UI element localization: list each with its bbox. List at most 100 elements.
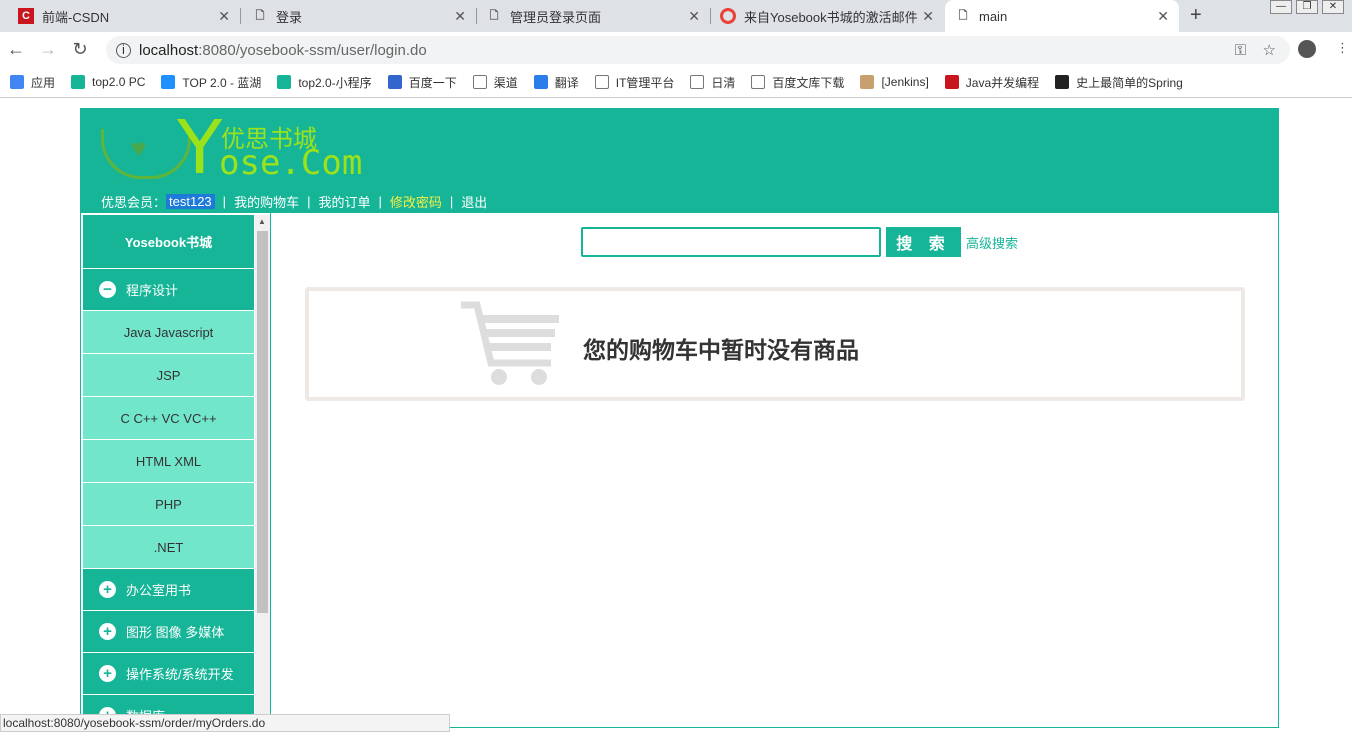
url-input[interactable]: i localhost:8080/yosebook-ssm/user/login… — [106, 36, 1290, 64]
category-os[interactable]: + 操作系统/系统开发 — [83, 653, 254, 695]
bookmark-label: IT管理平台 — [615, 75, 675, 90]
logo-y: Y — [177, 105, 223, 191]
category-office[interactable]: + 办公室用书 — [83, 569, 254, 611]
bookmark-item[interactable]: 百度一下 — [387, 74, 457, 91]
bookmark-icon — [751, 75, 766, 89]
empty-cart-message: 您的购物车中暂时没有商品 — [583, 337, 859, 363]
logo-en: ose.Com — [219, 143, 363, 183]
bookmark-label: 百度一下 — [408, 75, 457, 90]
star-icon[interactable]: ☆ — [1263, 41, 1276, 59]
bookmark-label: Java并发编程 — [965, 75, 1040, 90]
page-icon: 🗋 — [255, 9, 265, 22]
key-icon[interactable]: ⚿ — [1235, 42, 1246, 59]
tab-title: 来自Yosebook书城的激活邮件 — [744, 9, 918, 25]
category-sidebar: Yosebook书城 − 程序设计 Java Javascript JSP C C… — [81, 213, 271, 727]
profile-icon[interactable] — [1298, 40, 1316, 58]
tab-admin-login[interactable]: 🗋 管理员登录页面 ✕ — [476, 0, 711, 32]
page-icon: 🗋 — [489, 9, 499, 22]
status-bar-url: localhost:8080/yosebook-ssm/order/myOrde… — [0, 714, 450, 732]
menu-icon[interactable]: ⋮ — [1336, 40, 1349, 56]
close-icon[interactable]: ✕ — [922, 8, 934, 25]
bookmark-item[interactable]: 史上最简单的Spring — [1055, 74, 1183, 91]
bookmark-item[interactable]: [Jenkins] — [860, 75, 929, 89]
sidebar-title[interactable]: Yosebook书城 — [83, 215, 254, 269]
page-icon: 🗋 — [958, 9, 968, 22]
bookmark-icon — [387, 75, 402, 89]
my-cart-link[interactable]: 我的购物车 — [234, 192, 299, 211]
close-icon[interactable]: ✕ — [688, 8, 700, 25]
bookmark-icon — [161, 75, 176, 89]
divider: | — [307, 194, 311, 209]
bookmark-icon — [690, 75, 705, 89]
category-label: 办公室用书 — [126, 583, 192, 598]
advanced-search-link[interactable]: 高级搜索 — [966, 233, 1018, 252]
bookmark-item[interactable]: top2.0-小程序 — [277, 74, 372, 91]
back-button[interactable]: ← — [0, 39, 32, 60]
bookmark-item[interactable]: 日清 — [690, 74, 735, 91]
minimize-button[interactable]: — — [1270, 0, 1292, 14]
tab-activation-email[interactable]: 来自Yosebook书城的激活邮件 ✕ — [710, 0, 944, 32]
bookmark-item[interactable]: 渠道 — [472, 74, 518, 91]
site-logo[interactable]: ♥ Y 优思书城 ose.Com — [101, 105, 363, 191]
search-button[interactable]: 搜 索 — [886, 227, 961, 257]
bookmark-label: 渠道 — [493, 75, 518, 90]
bookmark-label: 应用 — [31, 75, 56, 90]
subcategory-item[interactable]: .NET — [83, 526, 254, 569]
close-icon[interactable]: ✕ — [1157, 8, 1169, 25]
my-orders-link[interactable]: 我的订单 — [318, 192, 370, 211]
category-programming[interactable]: − 程序设计 — [83, 269, 254, 311]
subcategory-item[interactable]: C C++ VC VC++ — [83, 397, 254, 440]
expand-icon: + — [99, 581, 116, 598]
restore-button[interactable]: ❐ — [1296, 0, 1318, 14]
bookmark-label: 史上最简单的Spring — [1076, 75, 1183, 90]
reload-button[interactable]: ↻ — [64, 39, 96, 60]
tab-main[interactable]: 🗋 main ✕ — [945, 0, 1179, 32]
change-password-link[interactable]: 修改密码 — [390, 192, 442, 211]
empty-cart-box: 您的购物车中暂时没有商品 — [305, 287, 1245, 401]
bookmark-icon — [71, 75, 86, 89]
new-tab-button[interactable]: + — [1190, 4, 1202, 27]
subcategory-item[interactable]: Java Javascript — [83, 311, 254, 354]
tab-title: 管理员登录页面 — [510, 9, 602, 25]
heart-icon: ♥ — [131, 133, 147, 163]
bookmark-item[interactable]: IT管理平台 — [594, 74, 675, 91]
bookmark-icon — [944, 75, 959, 89]
bookmark-item[interactable]: TOP 2.0 - 蓝湖 — [161, 74, 261, 91]
forward-button[interactable]: → — [32, 39, 64, 60]
chrome-icon — [720, 8, 736, 24]
close-icon[interactable]: ✕ — [454, 8, 466, 25]
bookmark-label: 日清 — [711, 75, 736, 90]
close-icon[interactable]: ✕ — [218, 8, 230, 25]
bookmark-label: 百度文库下载 — [772, 75, 845, 90]
subcategory-item[interactable]: HTML XML — [83, 440, 254, 483]
url-host: localhost — [139, 41, 199, 59]
logout-link[interactable]: 退出 — [461, 192, 487, 211]
sidebar-scrollbar[interactable]: ▲▼ — [255, 215, 270, 727]
bookmark-label: 翻译 — [554, 75, 579, 90]
bookmark-icon — [10, 75, 24, 89]
bookmark-item[interactable]: 百度文库下载 — [751, 74, 844, 91]
search-bar: 搜 索 高级搜索 — [581, 227, 1018, 257]
bookmark-item[interactable]: top2.0 PC — [71, 75, 145, 89]
bookmark-icon — [860, 75, 875, 89]
bookmark-label: [Jenkins] — [881, 75, 929, 89]
close-window-button[interactable]: ✕ — [1322, 0, 1344, 14]
tab-login[interactable]: 🗋 登录 ✕ — [242, 0, 477, 32]
category-label: 图形 图像 多媒体 — [126, 625, 225, 640]
category-graphics[interactable]: + 图形 图像 多媒体 — [83, 611, 254, 653]
site-header: ♥ Y 优思书城 ose.Com 优思会员： test123 | 我的购物车 |… — [81, 105, 1278, 213]
bookmarks-bar: 应用 top2.0 PC TOP 2.0 - 蓝湖 top2.0-小程序 百度一下 渠道 翻… — [0, 67, 1352, 98]
subcategory-item[interactable]: PHP — [83, 483, 254, 526]
category-label: 操作系统/系统开发 — [126, 667, 234, 682]
bookmark-item[interactable]: 翻译 — [533, 74, 579, 91]
tab-csdn[interactable]: C 前端-CSDN ✕ — [8, 0, 241, 32]
tab-title: main — [979, 8, 1008, 24]
search-input[interactable] — [581, 227, 881, 257]
bookmark-label: TOP 2.0 - 蓝湖 — [182, 75, 262, 90]
bookmark-icon — [1055, 75, 1070, 89]
collapse-icon: − — [99, 281, 116, 298]
bookmark-item[interactable]: 应用 — [10, 74, 55, 91]
info-icon[interactable]: i — [116, 42, 131, 58]
subcategory-item[interactable]: JSP — [83, 354, 254, 397]
bookmark-item[interactable]: Java并发编程 — [944, 74, 1040, 91]
